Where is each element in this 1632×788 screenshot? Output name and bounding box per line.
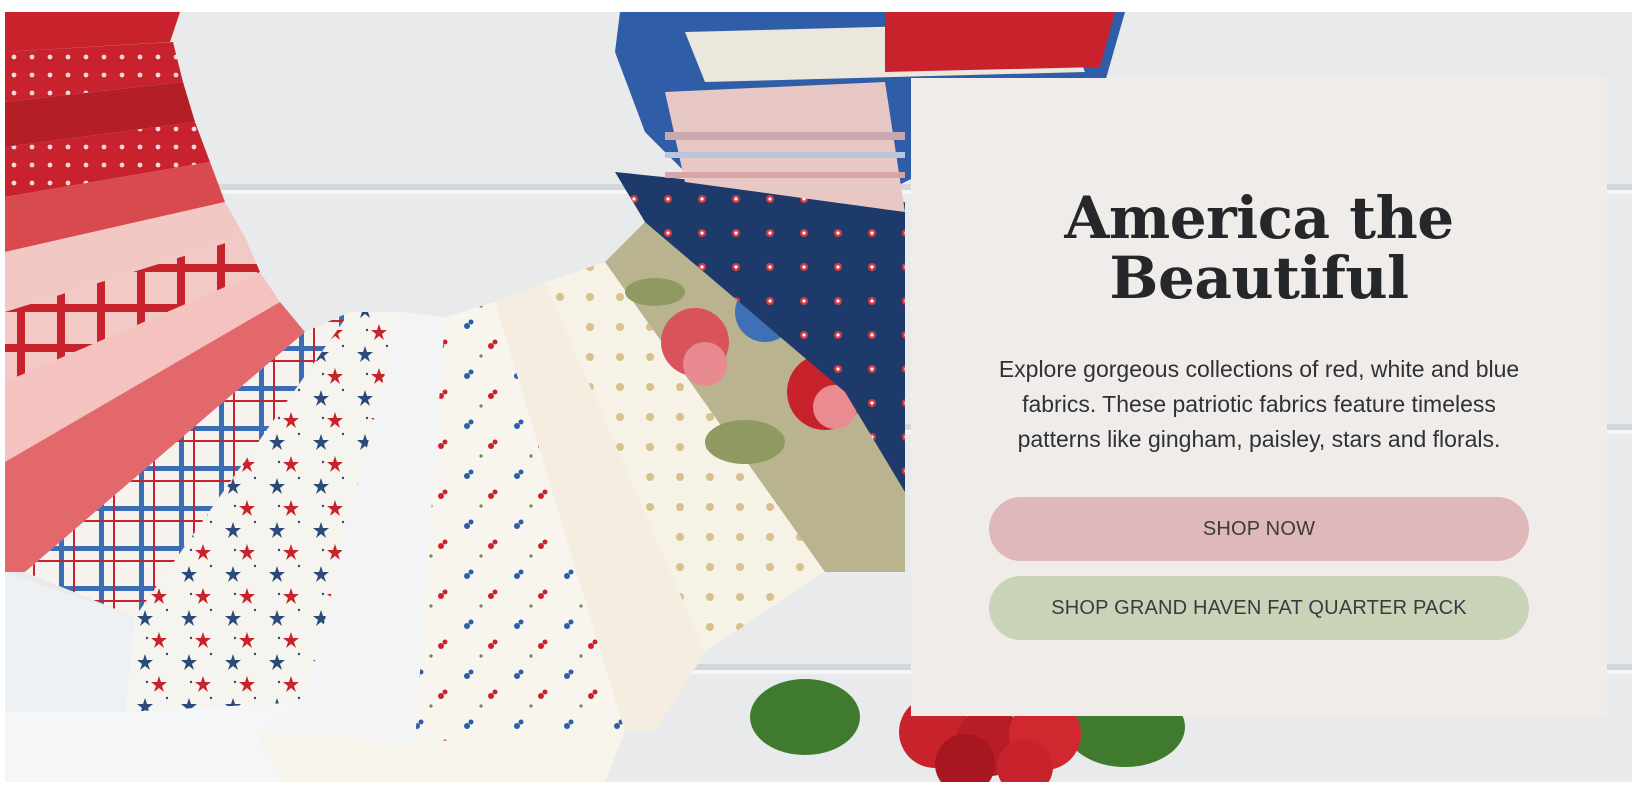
promo-title: America the Beautiful (1064, 184, 1454, 312)
promo-panel: America the Beautiful Explore gorgeous c… (911, 78, 1607, 716)
shop-fat-quarter-pack-button[interactable]: SHOP GRAND HAVEN FAT QUARTER PACK (989, 576, 1529, 640)
shop-now-button[interactable]: SHOP NOW (989, 497, 1529, 561)
hero-banner: America the Beautiful Explore gorgeous c… (5, 12, 1632, 782)
promo-description: Explore gorgeous collections of red, whi… (998, 356, 1520, 452)
